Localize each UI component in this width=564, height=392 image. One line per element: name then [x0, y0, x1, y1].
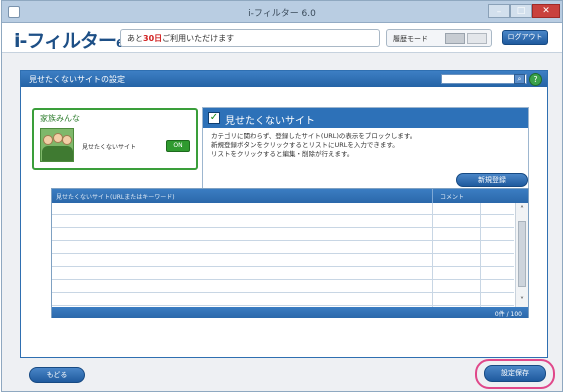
mode-toggle-off[interactable] [467, 33, 487, 44]
mode-switch[interactable]: 履歴モード [386, 29, 492, 47]
app-window: i-フィルター 6.0 – □ ✕ i-フィルター6 あと30日ご利用いただけま… [1, 0, 563, 392]
column-header-url[interactable]: 見せたくないサイト(URLまたはキーワード) [56, 192, 175, 201]
table-row[interactable] [52, 242, 514, 254]
column-divider [480, 203, 481, 307]
days-remaining: 30日 [143, 34, 163, 43]
help-icon[interactable]: ? [529, 73, 542, 86]
maximize-button[interactable]: □ [510, 4, 532, 18]
profile-card[interactable]: 家族みんな 見せたくないサイト ON [32, 108, 198, 170]
column-header-comment[interactable]: コメント [440, 192, 464, 201]
avatar-bodies [42, 146, 73, 161]
minimize-button[interactable]: – [488, 4, 510, 18]
close-button[interactable]: ✕ [532, 4, 560, 18]
logo: i-フィルター6 [14, 26, 124, 53]
avatar-head [43, 135, 53, 145]
chevron-down-icon[interactable]: ˅ [516, 296, 528, 305]
site-table[interactable]: 見せたくないサイト(URLまたはキーワード) コメント ˄ ˅ 0件 / 100 [51, 188, 529, 318]
panel-title: 見せたくないサイトの設定 [29, 75, 125, 84]
description-line: カテゴリに関わらず、登録したサイト(URL)の表示をブロックします。 [211, 132, 417, 140]
window-title: i-フィルター 6.0 [248, 9, 316, 19]
avatar-head [62, 135, 72, 145]
table-row[interactable] [52, 294, 514, 306]
vertical-scrollbar[interactable]: ˄ ˅ [515, 203, 528, 307]
license-days: あと30日ご利用いただけます [120, 29, 380, 47]
chevron-up-icon[interactable]: ˄ [516, 205, 528, 214]
table-row[interactable] [52, 281, 514, 293]
table-header: 見せたくないサイト(URLまたはキーワード) コメント [52, 189, 528, 203]
table-row[interactable] [52, 216, 514, 228]
save-settings-button[interactable]: 設定保存 [484, 365, 546, 382]
mode-toggle-on[interactable] [445, 33, 465, 44]
maximize-icon: □ [516, 6, 526, 16]
days-prefix: あと [127, 34, 143, 43]
panel-header: 見せたくないサイトの設定 ⌕ ? [21, 71, 547, 87]
column-divider [432, 203, 433, 307]
block-checkbox[interactable]: ✓ [208, 112, 220, 124]
close-icon: ✕ [542, 6, 550, 16]
logo-text: i-フィルター [14, 30, 117, 52]
table-footer: 0件 / 100 [52, 307, 528, 318]
header-divider [432, 189, 433, 203]
entry-count: 0件 / 100 [494, 311, 522, 318]
description-line: リストをクリックすると編集・削除が行えます。 [211, 150, 354, 158]
mode-label: 履歴モード [393, 35, 428, 43]
family-avatar [40, 128, 74, 162]
status-badge[interactable]: ON [166, 140, 190, 152]
table-row[interactable] [52, 229, 514, 241]
table-row[interactable] [52, 268, 514, 280]
scrollbar-thumb[interactable] [518, 221, 526, 287]
days-suffix: ご利用いただけます [162, 34, 235, 43]
minimize-icon: – [496, 7, 502, 17]
description-line: 新規登録ボタンをクリックするとリストにURLを入力できます。 [211, 141, 399, 149]
block-header: ✓ 見せたくないサイト [203, 108, 528, 128]
register-button[interactable]: 新規登録 [456, 173, 528, 187]
back-button[interactable]: もどる [29, 367, 85, 383]
table-row[interactable] [52, 203, 514, 215]
table-row[interactable] [52, 255, 514, 267]
logout-button[interactable]: ログアウト [502, 30, 548, 45]
search-icon[interactable]: ⌕ [514, 74, 525, 84]
profile-filter-label: 見せたくないサイト [82, 144, 137, 151]
block-description: カテゴリに関わらず、登録したサイト(URL)の表示をブロックします。 新規登録ボ… [211, 132, 523, 159]
profile-name: 家族みんな [40, 114, 80, 123]
header: i-フィルター6 あと30日ご利用いただけます 履歴モード ログアウト [2, 23, 562, 53]
block-title: 見せたくないサイト [225, 116, 315, 127]
title-bar: i-フィルター 6.0 – □ ✕ [2, 1, 562, 23]
